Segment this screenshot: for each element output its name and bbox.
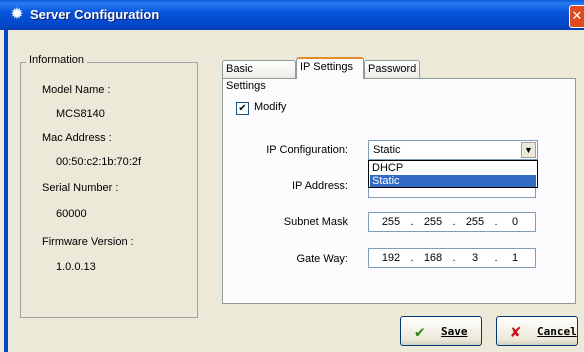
chevron-down-icon[interactable]: ▼ (521, 142, 536, 158)
window-title: Server Configuration (30, 7, 160, 22)
save-button[interactable]: ✔ Save (400, 316, 482, 346)
tab-ip-settings[interactable]: IP Settings (296, 57, 364, 79)
gateway-field[interactable]: 192 . 168 . 3 . 1 (368, 248, 536, 268)
mac-address-value: 00:50:c2:1b:70:2f (56, 156, 142, 168)
close-button[interactable]: ✕ (569, 5, 584, 28)
modify-checkbox[interactable]: ✔ (236, 102, 249, 115)
gateway-label: Gate Way: (296, 253, 348, 265)
subnet-octet-4[interactable]: 0 (499, 216, 531, 228)
subnet-octet-3[interactable]: 255 (459, 216, 491, 228)
serial-number-label: Serial Number : (42, 182, 119, 194)
cancel-button[interactable]: ✘ Cancel (496, 316, 578, 346)
subnet-mask-label: Subnet Mask (283, 216, 348, 228)
octet-separator: . (410, 252, 414, 264)
option-static[interactable]: Static (370, 175, 536, 187)
ip-config-value: Static (373, 144, 401, 156)
octet-separator: . (410, 216, 414, 228)
option-dhcp[interactable]: DHCP (370, 162, 536, 174)
subnet-octet-1[interactable]: 255 (375, 216, 407, 228)
firmware-version-label: Firmware Version : (42, 236, 134, 248)
x-icon: ✘ (511, 322, 521, 341)
tab-basic-settings[interactable]: Basic Settings (222, 60, 296, 92)
tab-password[interactable]: Password (364, 60, 420, 78)
serial-number-value: 60000 (56, 208, 87, 220)
subnet-octet-2[interactable]: 255 (417, 216, 449, 228)
model-name-label: Model Name : (42, 84, 111, 96)
modify-label: Modify (254, 101, 287, 113)
gateway-octet-4[interactable]: 1 (499, 252, 531, 264)
octet-separator: . (452, 216, 456, 228)
title-bar[interactable]: ✹ Server Configuration ✕ (0, 0, 584, 30)
cancel-label: Cancel (537, 325, 577, 338)
model-name-value: MCS8140 (56, 108, 105, 120)
mac-address-label: Mac Address : (42, 132, 112, 144)
octet-separator: . (452, 252, 456, 264)
firmware-version-value: 1.0.0.13 (56, 261, 96, 273)
ip-config-label: IP Configuration: (266, 144, 348, 156)
save-label: Save (441, 325, 468, 338)
check-icon: ✔ (415, 322, 425, 341)
ip-address-label: IP Address: (291, 180, 348, 192)
subnet-mask-field[interactable]: 255 . 255 . 255 . 0 (368, 212, 536, 232)
gateway-octet-3[interactable]: 3 (459, 252, 491, 264)
ip-config-dropdown: DHCP Static (368, 160, 538, 188)
gateway-octet-1[interactable]: 192 (375, 252, 407, 264)
information-legend: Information (26, 54, 88, 66)
gear-icon: ✹ (10, 6, 24, 23)
ip-config-select[interactable]: Static ▼ (368, 140, 538, 160)
gateway-octet-2[interactable]: 168 (417, 252, 449, 264)
